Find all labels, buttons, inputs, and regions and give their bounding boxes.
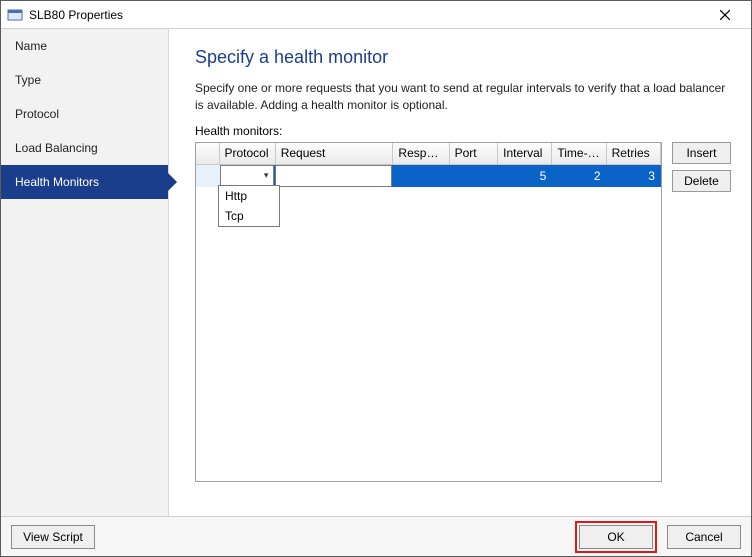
sidebar-item-load-balancing[interactable]: Load Balancing	[1, 131, 168, 165]
grid-row-handle[interactable]	[196, 165, 220, 187]
protocol-dropdown[interactable]: Http Tcp	[218, 185, 280, 227]
protocol-option-tcp[interactable]: Tcp	[219, 206, 279, 226]
port-cell[interactable]	[449, 165, 498, 187]
cancel-button[interactable]: Cancel	[667, 525, 741, 549]
insert-button[interactable]: Insert	[672, 142, 731, 164]
sidebar-item-type[interactable]: Type	[1, 63, 168, 97]
sidebar-item-health-monitors[interactable]: Health Monitors	[1, 165, 168, 199]
protocol-option-http[interactable]: Http	[219, 186, 279, 206]
ok-highlight-box: OK	[575, 521, 657, 553]
grid-row[interactable]: ▾ 5 2 3	[196, 165, 661, 187]
app-icon	[7, 7, 23, 23]
ok-button[interactable]: OK	[579, 525, 653, 549]
sidebar-item-protocol[interactable]: Protocol	[1, 97, 168, 131]
sidebar: Name Type Protocol Load Balancing Health…	[1, 29, 169, 516]
grid-header-response[interactable]: Respo…	[393, 143, 449, 164]
grid-header-request[interactable]: Request	[276, 143, 394, 164]
grid-header-protocol[interactable]: Protocol	[220, 143, 276, 164]
page-title: Specify a health monitor	[195, 47, 731, 68]
retries-cell[interactable]: 3	[607, 165, 661, 187]
dialog-window: SLB80 Properties Name Type Protocol Load…	[0, 0, 752, 557]
protocol-input[interactable]	[223, 169, 261, 183]
grid-header-handle	[196, 143, 220, 164]
window-title: SLB80 Properties	[29, 8, 705, 22]
grid-header-port[interactable]: Port	[450, 143, 499, 164]
table-area: Protocol Request Respo… Port Interval Ti…	[195, 142, 731, 508]
grid-header-interval[interactable]: Interval	[498, 143, 552, 164]
grid-actions: Insert Delete	[672, 142, 731, 508]
request-cell[interactable]	[275, 165, 392, 187]
sidebar-item-name[interactable]: Name	[1, 29, 168, 63]
timeout-cell[interactable]: 2	[552, 165, 606, 187]
chevron-down-icon[interactable]: ▾	[261, 166, 272, 186]
grid-header-row: Protocol Request Respo… Port Interval Ti…	[196, 143, 661, 165]
view-script-button[interactable]: View Script	[11, 525, 95, 549]
grid-header-timeout[interactable]: Time-…	[552, 143, 606, 164]
close-button[interactable]	[705, 2, 745, 28]
titlebar: SLB80 Properties	[1, 1, 751, 29]
grid-header-retries[interactable]: Retries	[607, 143, 661, 164]
health-monitors-label: Health monitors:	[195, 124, 731, 138]
delete-button[interactable]: Delete	[672, 170, 731, 192]
interval-cell[interactable]: 5	[498, 165, 552, 187]
health-monitors-grid[interactable]: Protocol Request Respo… Port Interval Ti…	[195, 142, 662, 482]
page-description: Specify one or more requests that you wa…	[195, 80, 731, 114]
protocol-cell[interactable]: ▾	[220, 165, 275, 187]
dialog-body: Name Type Protocol Load Balancing Health…	[1, 29, 751, 516]
content-pane: Specify a health monitor Specify one or …	[169, 29, 751, 516]
dialog-footer: View Script OK Cancel	[1, 516, 751, 556]
response-cell[interactable]	[393, 165, 449, 187]
